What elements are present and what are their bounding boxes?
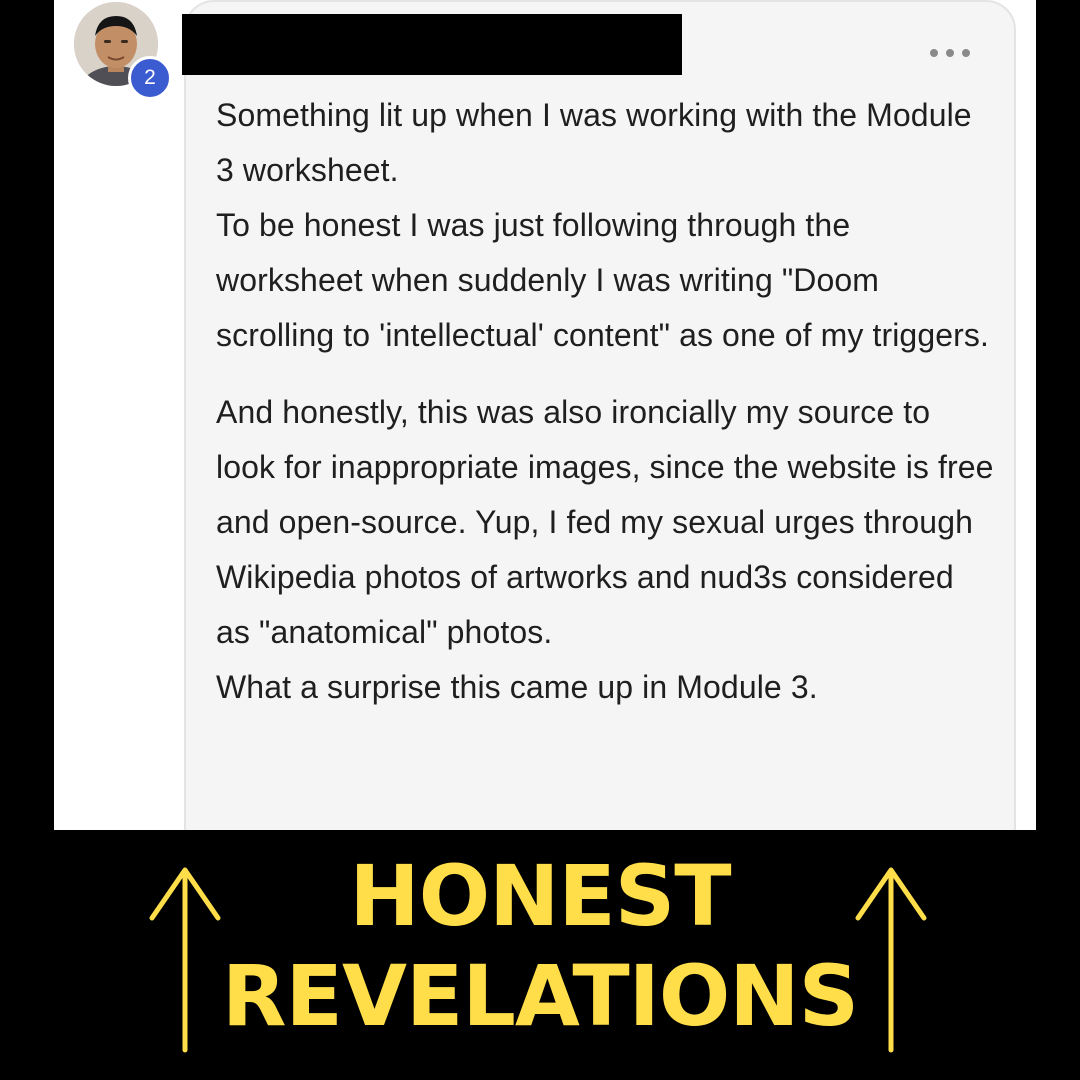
caption-title: HONEST REVELATIONS xyxy=(0,846,1080,1046)
notification-badge: 2 xyxy=(128,56,172,100)
caption-line-1: HONEST xyxy=(349,847,731,945)
redacted-author-name xyxy=(182,14,682,75)
paragraph-3: And honestly, this was also ironcially m… xyxy=(216,394,994,650)
post-screenshot: 2 Something lit up when I was working wi… xyxy=(54,0,1036,830)
paragraph-1: Something lit up when I was working with… xyxy=(216,97,972,188)
caption-line-2: REVELATIONS xyxy=(221,947,859,1045)
more-options-icon[interactable] xyxy=(930,40,970,66)
paragraph-4: What a surprise this came up in Module 3… xyxy=(216,669,818,705)
paragraph-2: To be honest I was just following throug… xyxy=(216,207,989,353)
comment-text: Something lit up when I was working with… xyxy=(216,88,996,715)
